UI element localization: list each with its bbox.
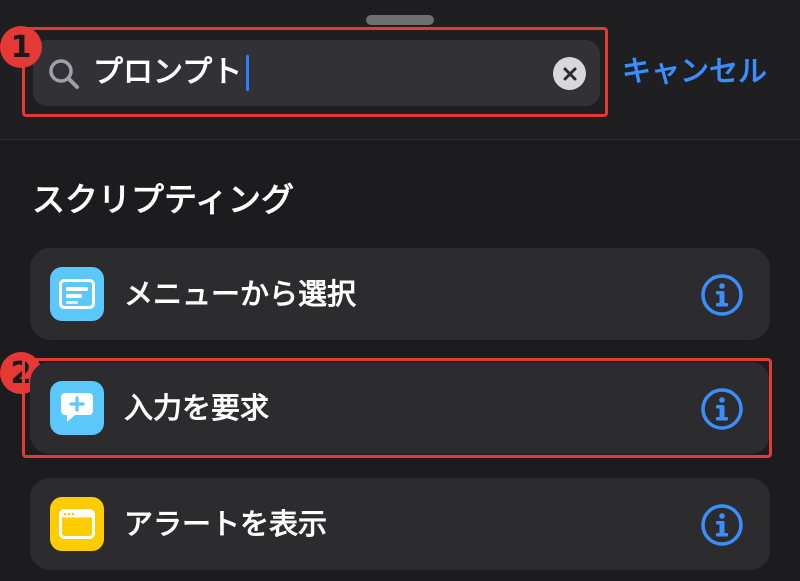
menu-list-icon [50, 267, 104, 321]
action-row-show-alert[interactable]: アラートを表示 [30, 478, 770, 570]
sheet-grabber[interactable] [366, 15, 434, 25]
action-label: メニューから選択 [124, 277, 357, 311]
search-icon [49, 59, 79, 89]
search-header: プロンプト キャンセル [0, 0, 800, 140]
close-icon [563, 67, 576, 80]
info-icon[interactable] [700, 503, 744, 547]
annotation-marker-1: 1 [0, 26, 42, 68]
search-query-text: プロンプト [93, 55, 243, 90]
search-highlight-box: プロンプト [22, 27, 608, 117]
alert-window-icon [50, 497, 104, 551]
clear-search-button[interactable] [553, 57, 586, 90]
section-title: スクリプティング [32, 180, 295, 219]
info-icon[interactable] [700, 273, 744, 317]
search-input[interactable]: プロンプト [33, 40, 600, 106]
action-highlight-box [22, 358, 772, 458]
cancel-button[interactable]: キャンセル [622, 52, 767, 90]
action-search-sheet: プロンプト キャンセル 1 スクリプティング メニューから選択 2 入力を要求 … [0, 0, 800, 581]
text-caret [246, 55, 250, 91]
action-row-choose-from-menu[interactable]: メニューから選択 [30, 248, 770, 340]
search-query[interactable]: プロンプト [93, 54, 250, 92]
action-label: アラートを表示 [124, 507, 328, 541]
